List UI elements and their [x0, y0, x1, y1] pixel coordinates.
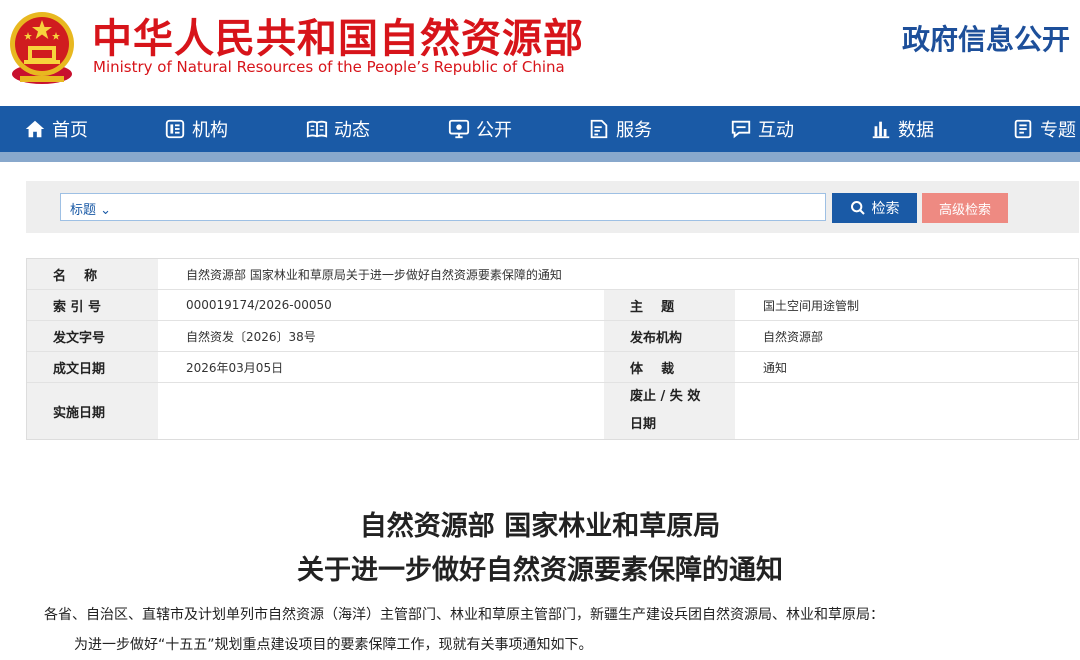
- search-input[interactable]: [60, 193, 826, 221]
- expire-label-line2: 日期: [630, 417, 657, 432]
- nav-item-data[interactable]: 数据: [870, 106, 934, 152]
- info-row-docno: 发文字号 自然资发〔2026〕38号 发布机构 自然资源部: [27, 321, 1078, 352]
- search-field-select[interactable]: 标题 ⌄: [70, 199, 111, 218]
- nav-item-news[interactable]: 动态: [306, 106, 370, 152]
- org-icon: [165, 119, 185, 139]
- genre-value: 通知: [735, 352, 1078, 382]
- nav-item-home[interactable]: 首页: [24, 106, 88, 152]
- effective-value: [158, 383, 604, 439]
- nav-item-label: 服务: [616, 120, 652, 141]
- nav-item-label: 首页: [52, 120, 88, 141]
- nav-item-label: 专题: [1040, 120, 1076, 141]
- date-value: 2026年03月05日: [158, 352, 604, 382]
- effective-label: 实施日期: [27, 383, 158, 439]
- nav-item-label: 数据: [898, 120, 934, 141]
- nav-item-label: 机构: [192, 120, 228, 141]
- site-title-cn[interactable]: 中华人民共和国自然资源部: [92, 6, 584, 64]
- search-field-label: 标题: [70, 203, 97, 218]
- gov-info-open-title[interactable]: 政府信息公开: [902, 18, 1070, 58]
- nav-item-topics[interactable]: 专题: [1012, 106, 1076, 152]
- index-label: 索 引 号: [27, 290, 158, 320]
- book-icon: [306, 120, 328, 138]
- topic-value: 国土空间用途管制: [735, 290, 1078, 320]
- info-row-effective: 实施日期 废止 / 失 效 日期: [27, 383, 1078, 439]
- bar-chart-icon: [872, 121, 890, 139]
- genre-label: 体 裁: [604, 352, 735, 382]
- date-label: 成文日期: [27, 352, 158, 382]
- nav-item-open[interactable]: 公开: [448, 106, 512, 152]
- topic-label: 主 题: [604, 290, 735, 320]
- search-button[interactable]: 检索: [832, 193, 917, 223]
- expire-label-line1: 废止 / 失 效: [630, 389, 701, 404]
- chevron-down-icon: ⌄: [100, 203, 112, 218]
- main-nav: 首页 机构 动态 公开 服务 互动 数据 专题: [0, 106, 1080, 152]
- document-addressees: 各省、自治区、直辖市及计划单列市自然资源（海洋）主管部门、林业和草原主管部门，新…: [44, 607, 884, 623]
- document-paragraph: 为进一步做好“十五五”规划重点建设项目的要素保障工作，现就有关事项通知如下。: [74, 637, 593, 653]
- document-title-line1: 自然资源部 国家林业和草原局: [359, 511, 721, 542]
- name-label: 名 称: [27, 259, 158, 289]
- expire-label: 废止 / 失 效 日期: [604, 383, 735, 439]
- index-value: 000019174/2026-00050: [158, 290, 604, 320]
- monitor-icon: [448, 119, 470, 139]
- advanced-search-button[interactable]: 高级检索: [922, 193, 1008, 223]
- document-edit-icon: [590, 119, 608, 139]
- chat-icon: [731, 120, 751, 139]
- home-icon: [25, 120, 45, 138]
- nav-item-service[interactable]: 服务: [588, 106, 652, 152]
- nav-item-label: 公开: [476, 120, 512, 141]
- nav-item-interaction[interactable]: 互动: [730, 106, 794, 152]
- site-header: 中华人民共和国自然资源部 Ministry of Natural Resourc…: [0, 0, 1080, 106]
- docno-label: 发文字号: [27, 321, 158, 351]
- publisher-label: 发布机构: [604, 321, 735, 351]
- publisher-value: 自然资源部: [735, 321, 1078, 351]
- site-title-en: Ministry of Natural Resources of the Peo…: [93, 58, 565, 76]
- document-info-table: 名 称 自然资源部 国家林业和草原局关于进一步做好自然资源要素保障的通知 索 引…: [26, 258, 1079, 440]
- nav-item-org[interactable]: 机构: [164, 106, 228, 152]
- nav-item-label: 互动: [758, 120, 794, 141]
- info-row-name: 名 称 自然资源部 国家林业和草原局关于进一步做好自然资源要素保障的通知: [27, 259, 1078, 290]
- national-emblem-logo[interactable]: [6, 4, 78, 88]
- info-row-date: 成文日期 2026年03月05日 体 裁 通知: [27, 352, 1078, 383]
- docno-value: 自然资发〔2026〕38号: [158, 321, 604, 351]
- info-row-index: 索 引 号 000019174/2026-00050 主 题 国土空间用途管制: [27, 290, 1078, 321]
- nav-item-label: 动态: [334, 120, 370, 141]
- nav-divider-strip: [0, 152, 1080, 162]
- expire-value: [735, 383, 1078, 439]
- document-title-line2: 关于进一步做好自然资源要素保障的通知: [297, 555, 783, 586]
- search-button-label: 检索: [871, 200, 900, 216]
- search-icon: [850, 201, 865, 215]
- name-value: 自然资源部 国家林业和草原局关于进一步做好自然资源要素保障的通知: [158, 259, 1078, 289]
- file-icon: [1014, 119, 1032, 139]
